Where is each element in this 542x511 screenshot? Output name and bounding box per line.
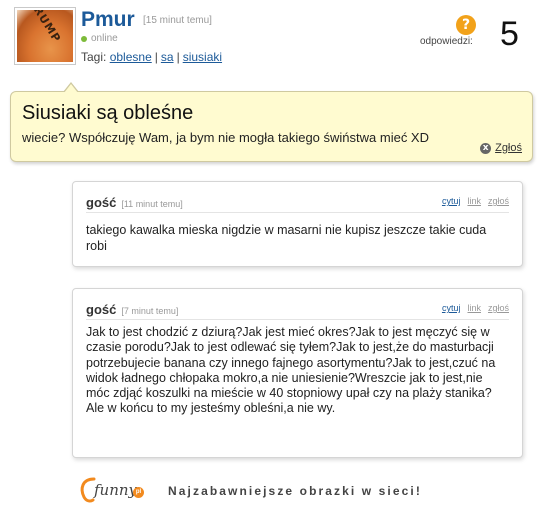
logo-text: funny (94, 481, 138, 499)
tag-link-oblesne[interactable]: oblesne (110, 50, 152, 64)
tag-link-siusiaki[interactable]: siusiaki (183, 50, 222, 64)
online-dot-icon (81, 35, 87, 42)
question-title: Siusiaki są obleśne (22, 102, 194, 124)
permalink-link[interactable]: link (467, 303, 481, 313)
comment-header: gość [11 minut temu] (86, 195, 183, 210)
avatar-text: RUMP (30, 10, 64, 46)
answers-counter: ? odpowiedzi: 5 (420, 15, 530, 55)
comment-author: gość (86, 302, 117, 317)
comment-divider (86, 319, 509, 320)
bubble-tail (63, 82, 79, 93)
comment-time: [7 minut temu] (121, 306, 179, 316)
comment-header: gość [7 minut temu] (86, 302, 178, 317)
site-logo: funny pl (78, 475, 148, 505)
tag-separator: | (176, 50, 180, 64)
close-circle-icon: x (480, 142, 492, 154)
online-status: online (81, 33, 118, 44)
tag-link-sa[interactable]: sa (161, 50, 174, 64)
comment-text: Jak to jest chodzić z dziurą?Jak jest mi… (86, 325, 496, 416)
comment-time: [11 minut temu] (121, 199, 183, 209)
question-bubble: Siusiaki są obleśne wiecie? Współczuję W… (10, 82, 533, 162)
comment-author: gość (86, 195, 117, 210)
tag-separator: | (154, 50, 158, 64)
comment-actions: cytuj link zgłoś (442, 196, 509, 206)
tags-label: Tagi: (81, 50, 107, 64)
answers-label: odpowiedzi: (420, 36, 473, 47)
tag-list: Tagi: oblesne | sa | siusiaki (81, 50, 222, 64)
question-mark-icon: ? (456, 15, 476, 35)
avatar[interactable]: RUMP (14, 7, 76, 65)
username-link[interactable]: Pmur (81, 8, 135, 32)
answers-count: 5 (500, 15, 519, 53)
logo-badge: pl (133, 487, 144, 498)
online-label: online (91, 33, 118, 44)
quote-link[interactable]: cytuj (442, 303, 461, 313)
report-comment-link[interactable]: zgłoś (488, 196, 509, 206)
comment-card: gość [11 minut temu] cytuj link zgłoś ta… (72, 181, 523, 267)
comment-actions: cytuj link zgłoś (442, 303, 509, 313)
question-header: RUMP Pmur [15 minut temu] online Tagi: o… (0, 0, 542, 90)
comment-text: takiego kawalka mieska nigdzie w masarni… (86, 223, 487, 253)
site-slogan: Najzabawniejsze obrazki w sieci! (168, 484, 422, 498)
report-question-button[interactable]: x Zgłoś (480, 142, 522, 154)
comment-divider (86, 212, 509, 213)
watermark-footer: funny pl Najzabawniejsze obrazki w sieci… (0, 470, 542, 511)
avatar-image: RUMP (17, 10, 73, 62)
question-body: wiecie? Współczuję Wam, ja bym nie mogła… (22, 130, 429, 145)
comment-card: gość [7 minut temu] cytuj link zgłoś Jak… (72, 288, 523, 458)
permalink-link[interactable]: link (467, 196, 481, 206)
posted-time: [15 minut temu] (143, 15, 212, 26)
quote-link[interactable]: cytuj (442, 196, 461, 206)
report-comment-link[interactable]: zgłoś (488, 303, 509, 313)
report-label[interactable]: Zgłoś (495, 142, 522, 154)
